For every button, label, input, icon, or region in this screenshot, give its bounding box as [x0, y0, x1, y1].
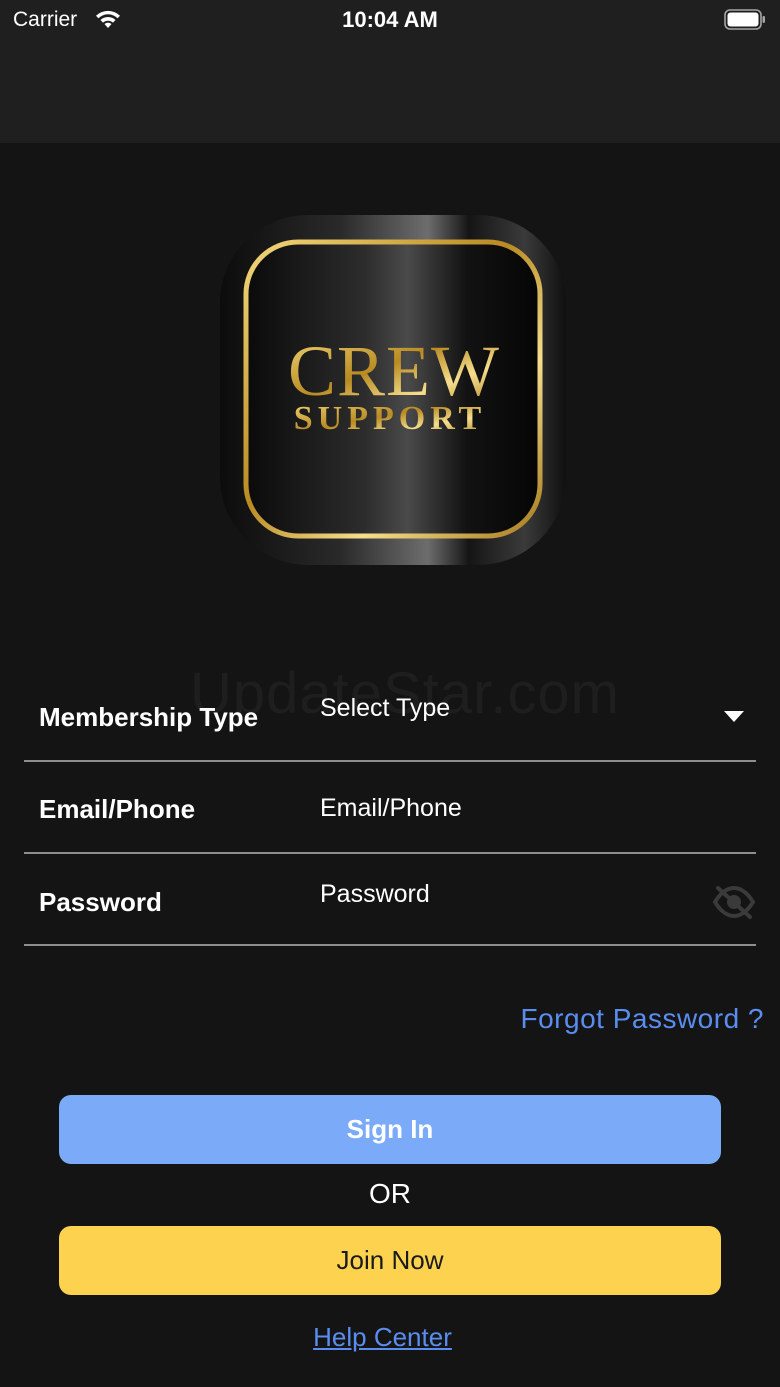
- battery-icon: [724, 9, 765, 30]
- logo-text-crew: CREW: [288, 331, 500, 411]
- password-label: Password: [39, 887, 162, 917]
- dropdown-caret-icon[interactable]: [724, 711, 744, 722]
- forgot-password-link[interactable]: Forgot Password ?: [521, 1003, 765, 1035]
- membership-type-row[interactable]: Membership Type Select Type: [24, 670, 756, 762]
- crew-support-logo: CREW SUPPORT: [218, 215, 568, 565]
- email-phone-label: Email/Phone: [39, 794, 196, 824]
- logo-text-support: SUPPORT: [294, 400, 486, 437]
- email-phone-input[interactable]: Email/Phone: [320, 794, 462, 823]
- eye-off-icon[interactable]: [712, 884, 756, 920]
- password-input[interactable]: Password: [320, 880, 430, 909]
- password-row: Password Password: [24, 854, 756, 946]
- status-time: 10:04 AM: [342, 7, 438, 32]
- join-now-button[interactable]: Join Now: [59, 1226, 721, 1295]
- sign-in-button[interactable]: Sign In: [59, 1095, 721, 1164]
- help-center-link[interactable]: Help Center: [0, 1322, 765, 1353]
- navigation-bar: Carrier 10:04 AM: [0, 0, 780, 143]
- or-divider-text: OR: [369, 1178, 411, 1209]
- email-phone-row: Email/Phone Email/Phone: [24, 762, 756, 854]
- membership-type-select[interactable]: Select Type: [320, 694, 450, 723]
- membership-type-label: Membership Type: [39, 702, 259, 732]
